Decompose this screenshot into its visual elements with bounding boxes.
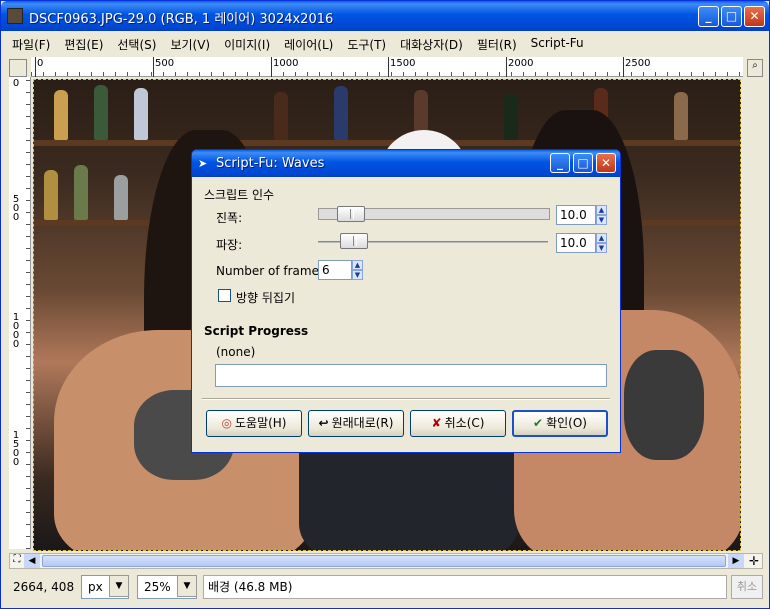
window-title: DSCF0963.JPG-29.0 (RGB, 1 레이어) 3024x2016 (29, 12, 334, 27)
chevron-down-icon[interactable]: ▼ (109, 575, 129, 597)
frames-label: Number of frames: (216, 264, 330, 278)
menu-image[interactable]: 이미지(I) (217, 33, 277, 56)
ruler-tick: 1000 (273, 58, 299, 69)
pointer-coordinates: 2664, 408 (13, 580, 75, 594)
amplitude-input[interactable]: 10.0 (556, 205, 596, 225)
section-heading: 스크립트 인수 (204, 188, 275, 202)
frames-input[interactable]: 6 (318, 260, 352, 280)
ruler-tick: 0 (37, 58, 44, 69)
minimize-button[interactable]: _ (698, 6, 719, 27)
ruler-tick: 0 (12, 78, 20, 89)
zoom-icon[interactable]: ⌕ (747, 59, 763, 77)
menu-layer[interactable]: 레이어(L) (277, 33, 340, 56)
status-message: 배경 (46.8 MB) (203, 575, 727, 599)
menu-filters[interactable]: 필터(R) (470, 33, 524, 56)
dialog-title: Script-Fu: Waves (216, 156, 325, 171)
menu-edit[interactable]: 편집(E) (57, 33, 110, 56)
amplitude-slider[interactable] (318, 206, 550, 222)
move-icon[interactable]: ✛ (746, 554, 762, 568)
slider-handle[interactable] (337, 206, 365, 222)
ruler-tick: 2000 (508, 58, 534, 69)
menu-dialogs[interactable]: 대화상자(D) (393, 33, 470, 56)
waves-dialog: ➤ Script-Fu: Waves _ □ ✕ 스크립트 인수 진폭: 10.… (191, 149, 621, 453)
script-fu-icon: ➤ (198, 157, 208, 170)
ruler-tick: 1500 (390, 58, 416, 69)
app-icon (7, 8, 23, 24)
status-cancel-button[interactable]: 취소 (731, 575, 763, 599)
wavelength-input[interactable]: 10.0 (556, 233, 596, 253)
lifebuoy-icon: ◎ (221, 416, 232, 430)
vertical-ruler[interactable]: 0 500 1000 1500 (9, 77, 31, 549)
dialog-title-bar[interactable]: ➤ Script-Fu: Waves _ □ ✕ (192, 150, 620, 177)
ruler-tick: 2500 (625, 58, 651, 69)
horizontal-ruler[interactable]: 0 500 1000 1500 2000 2500 (31, 57, 743, 77)
menu-tools[interactable]: 도구(T) (340, 33, 393, 56)
wavelength-label: 파장: (216, 238, 243, 252)
dialog-minimize-button[interactable]: _ (550, 153, 570, 173)
cancel-x-icon: ✘ (431, 416, 442, 430)
revert-icon: ↩ (318, 416, 329, 430)
frames-spinner[interactable]: ▲ ▼ (352, 260, 363, 280)
quick-mask-icon[interactable] (9, 59, 27, 77)
ruler-tick: 500 (155, 58, 175, 69)
ok-hand-icon: ✔ (533, 416, 544, 430)
ruler-tick: 1500 (12, 430, 20, 468)
dialog-maximize-button[interactable]: □ (573, 153, 593, 173)
menu-script-fu[interactable]: Script-Fu (524, 33, 591, 53)
amplitude-label: 진폭: (216, 211, 243, 225)
close-button[interactable]: ✕ (744, 6, 765, 27)
chevron-down-icon[interactable]: ▼ (177, 575, 197, 597)
navigate-icon[interactable]: ⛶ (10, 554, 24, 568)
wavelength-spinner[interactable]: ▲ ▼ (596, 233, 607, 253)
ruler-area: 0 500 1000 1500 2000 2500 ⌕ (9, 57, 763, 77)
dialog-close-button[interactable]: ✕ (596, 153, 616, 173)
title-bar[interactable]: DSCF0963.JPG-29.0 (RGB, 1 레이어) 3024x2016… (1, 1, 769, 31)
scroll-left-button[interactable]: ◀ (24, 554, 40, 568)
menu-file[interactable]: 파일(F) (5, 33, 57, 56)
menu-select[interactable]: 선택(S) (110, 33, 163, 56)
menu-view[interactable]: 보기(V) (163, 33, 217, 56)
ruler-tick: 1000 (12, 312, 20, 350)
reset-button[interactable]: ↩ 원래대로(R) (308, 410, 404, 437)
reverse-checkbox[interactable] (218, 289, 231, 302)
ok-button[interactable]: ✔ 확인(O) (512, 410, 608, 437)
reverse-label[interactable]: 방향 뒤집기 (236, 289, 295, 306)
help-button[interactable]: ◎ 도움말(H) (206, 410, 302, 437)
slider-handle[interactable] (340, 233, 368, 249)
progress-heading: Script Progress (204, 324, 309, 338)
progress-status: (none) (216, 345, 256, 359)
menu-bar: 파일(F) 편집(E) 선택(S) 보기(V) 이미지(I) 레이어(L) 도구… (5, 33, 765, 55)
ruler-tick: 500 (12, 194, 20, 223)
wavelength-slider[interactable] (318, 233, 548, 250)
horizontal-scrollbar[interactable]: ⛶ ◀ ▶ ✛ (9, 553, 763, 569)
scroll-thumb[interactable] (42, 555, 726, 567)
scroll-right-button[interactable]: ▶ (728, 554, 744, 568)
progress-bar (215, 364, 607, 387)
amplitude-spinner[interactable]: ▲ ▼ (596, 205, 607, 225)
divider (202, 398, 610, 400)
cancel-button[interactable]: ✘ 취소(C) (410, 410, 506, 437)
status-bar: 2664, 408 px ▼ 25% ▼ 배경 (46.8 MB) 취소 (9, 573, 763, 601)
maximize-button[interactable]: □ (721, 6, 742, 27)
